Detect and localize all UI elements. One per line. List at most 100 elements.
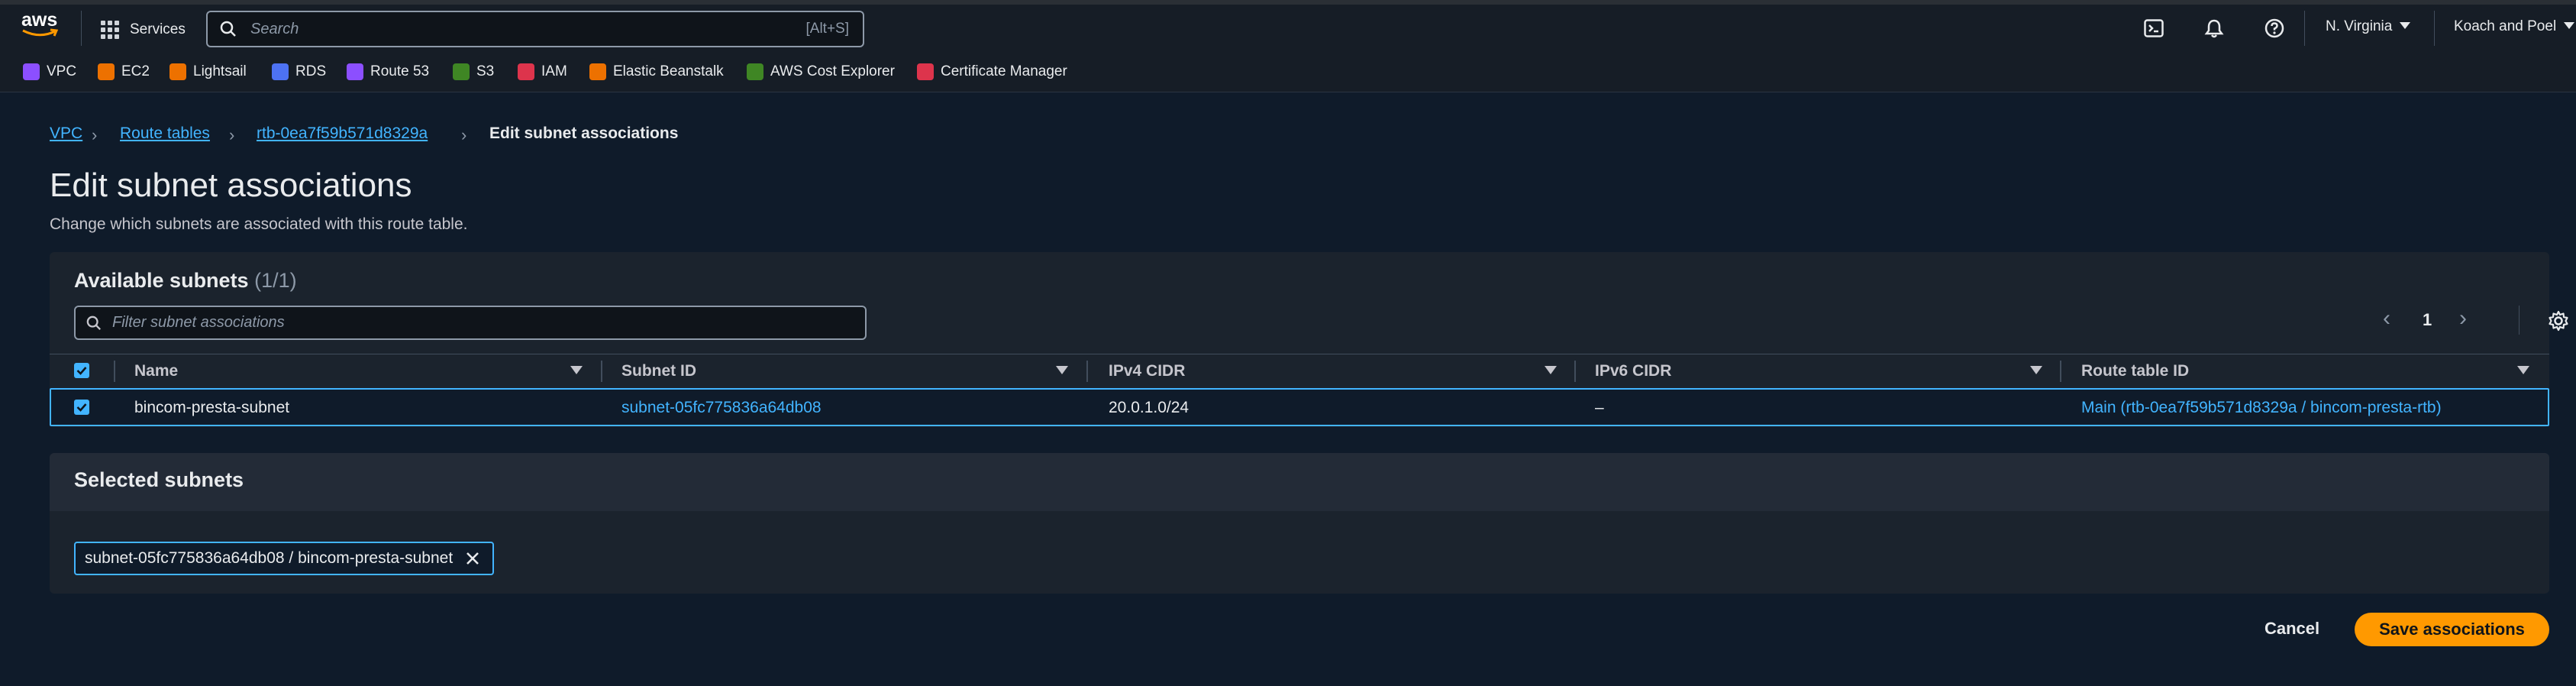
breadcrumb-vpc[interactable]: VPC (50, 125, 82, 143)
available-subnets-count: (1/1) (254, 269, 297, 292)
favorite-lightsail[interactable]: Lightsail (169, 63, 247, 81)
service-icon (453, 63, 470, 80)
service-icon (23, 63, 40, 80)
service-icon (347, 63, 363, 80)
favorite-label: Elastic Beanstalk (613, 63, 724, 79)
service-icon (272, 63, 289, 80)
chevron-right-icon: › (92, 125, 98, 144)
sort-icon[interactable] (1056, 366, 1068, 374)
favorite-label: S3 (476, 63, 495, 79)
page-number[interactable]: 1 (2423, 310, 2432, 330)
cancel-button[interactable]: Cancel (2264, 619, 2319, 639)
column-header-subnet-id[interactable]: Subnet ID (621, 362, 696, 380)
service-icon (917, 63, 934, 80)
favorite-s3[interactable]: S3 (453, 63, 494, 81)
divider (81, 11, 82, 46)
chevron-down-icon (2400, 22, 2411, 29)
divider (2519, 306, 2520, 335)
favorite-iam[interactable]: IAM (518, 63, 567, 81)
save-associations-button[interactable]: Save associations (2355, 613, 2549, 646)
column-divider (1086, 361, 1088, 382)
favorite-vpc[interactable]: VPC (23, 63, 76, 81)
favorite-label: Route 53 (370, 63, 430, 79)
sort-icon[interactable] (570, 366, 583, 374)
cell-subnet-id[interactable]: subnet-05fc775836a64db08 (621, 399, 822, 417)
chevron-down-icon (2564, 22, 2575, 29)
column-header-ipv6[interactable]: IPv6 CIDR (1595, 362, 1671, 380)
table-row[interactable]: bincom-presta-subnet subnet-05fc775836a6… (50, 388, 2549, 426)
cloudshell-icon[interactable] (2142, 17, 2165, 40)
column-divider (1574, 361, 1576, 382)
selected-subnet-token: subnet-05fc775836a64db08 / bincom-presta… (74, 542, 495, 575)
column-header-route-table[interactable]: Route table ID (2081, 362, 2189, 380)
favorite-label: EC2 (121, 63, 150, 79)
sort-icon[interactable] (1545, 366, 1557, 374)
column-divider (601, 361, 602, 382)
favorite-elastic-beanstalk[interactable]: Elastic Beanstalk (589, 63, 724, 81)
token-label: subnet-05fc775836a64db08 / bincom-presta… (85, 549, 454, 567)
close-icon[interactable] (465, 551, 480, 566)
service-icon (589, 63, 606, 80)
favorite-label: Lightsail (193, 63, 247, 79)
cell-ipv6: – (1595, 399, 1604, 416)
favorite-route-53[interactable]: Route 53 (347, 63, 429, 81)
divider (2434, 11, 2435, 46)
breadcrumb-current: Edit subnet associations (489, 125, 679, 142)
search-input[interactable] (249, 19, 806, 39)
column-header-name[interactable]: Name (134, 362, 178, 380)
service-icon (98, 63, 115, 80)
breadcrumb-route-table-id[interactable]: rtb-0ea7f59b571d8329a (257, 125, 428, 143)
favorite-label: VPC (47, 63, 77, 79)
column-header-ipv4[interactable]: IPv4 CIDR (1109, 362, 1185, 380)
service-icon (518, 63, 534, 80)
aws-logo[interactable]: aws (21, 11, 61, 41)
panel-header: Available subnets (1/1) (74, 269, 297, 293)
search-box[interactable]: [Alt+S] (206, 11, 864, 47)
select-all-checkbox[interactable] (74, 363, 89, 378)
sort-icon[interactable] (2030, 366, 2042, 374)
services-grid-icon (101, 21, 119, 39)
favorite-ec2[interactable]: EC2 (98, 63, 150, 81)
breadcrumb-route-tables[interactable]: Route tables (120, 125, 210, 143)
search-icon (86, 315, 102, 331)
page-title: Edit subnet associations (50, 167, 412, 204)
filter-input[interactable] (111, 313, 865, 332)
search-shortcut: [Alt+S] (805, 21, 850, 37)
row-checkbox[interactable] (74, 400, 89, 415)
column-divider (114, 361, 115, 382)
favorite-label: Certificate Manager (941, 63, 1067, 79)
previous-page-icon[interactable]: ‹ (2383, 307, 2390, 330)
cell-name: bincom-presta-subnet (134, 399, 290, 416)
selected-subnets-panel: Selected subnets subnet-05fc775836a64db0… (50, 453, 2549, 594)
chevron-right-icon: › (229, 125, 235, 144)
account-menu[interactable]: Koach and Poel (2454, 18, 2575, 35)
favorite-label: RDS (295, 63, 327, 79)
column-divider (2060, 361, 2061, 382)
cell-ipv4: 20.0.1.0/24 (1109, 399, 1190, 416)
services-label: Services (130, 21, 186, 37)
next-page-icon[interactable]: › (2459, 307, 2467, 330)
chevron-right-icon: › (461, 125, 467, 144)
service-icon (747, 63, 763, 80)
favorite-label: IAM (541, 63, 567, 79)
filter-box[interactable] (74, 306, 867, 340)
favorite-aws-cost-explorer[interactable]: AWS Cost Explorer (747, 63, 895, 81)
divider (2304, 11, 2305, 46)
sort-icon[interactable] (2517, 366, 2529, 374)
service-icon (169, 63, 186, 80)
favorite-rds[interactable]: RDS (272, 63, 326, 81)
notifications-icon[interactable] (2203, 17, 2226, 40)
aws-logo-text: aws (21, 9, 58, 31)
favorite-certificate-manager[interactable]: Certificate Manager (917, 63, 1067, 81)
available-subnets-title: Available subnets (74, 269, 249, 292)
help-icon[interactable] (2263, 17, 2286, 40)
preferences-gear-icon[interactable] (2548, 310, 2569, 335)
selected-subnets-title: Selected subnets (74, 468, 244, 491)
account-label: Koach and Poel (2454, 18, 2557, 34)
cell-route-table[interactable]: Main (rtb-0ea7f59b571d8329a / bincom-pre… (2081, 399, 2442, 417)
region-selector[interactable]: N. Virginia (2326, 18, 2411, 35)
services-button[interactable]: Services (101, 15, 186, 44)
search-icon (220, 21, 241, 37)
region-label: N. Virginia (2326, 18, 2393, 34)
page-description: Change which subnets are associated with… (50, 215, 468, 233)
